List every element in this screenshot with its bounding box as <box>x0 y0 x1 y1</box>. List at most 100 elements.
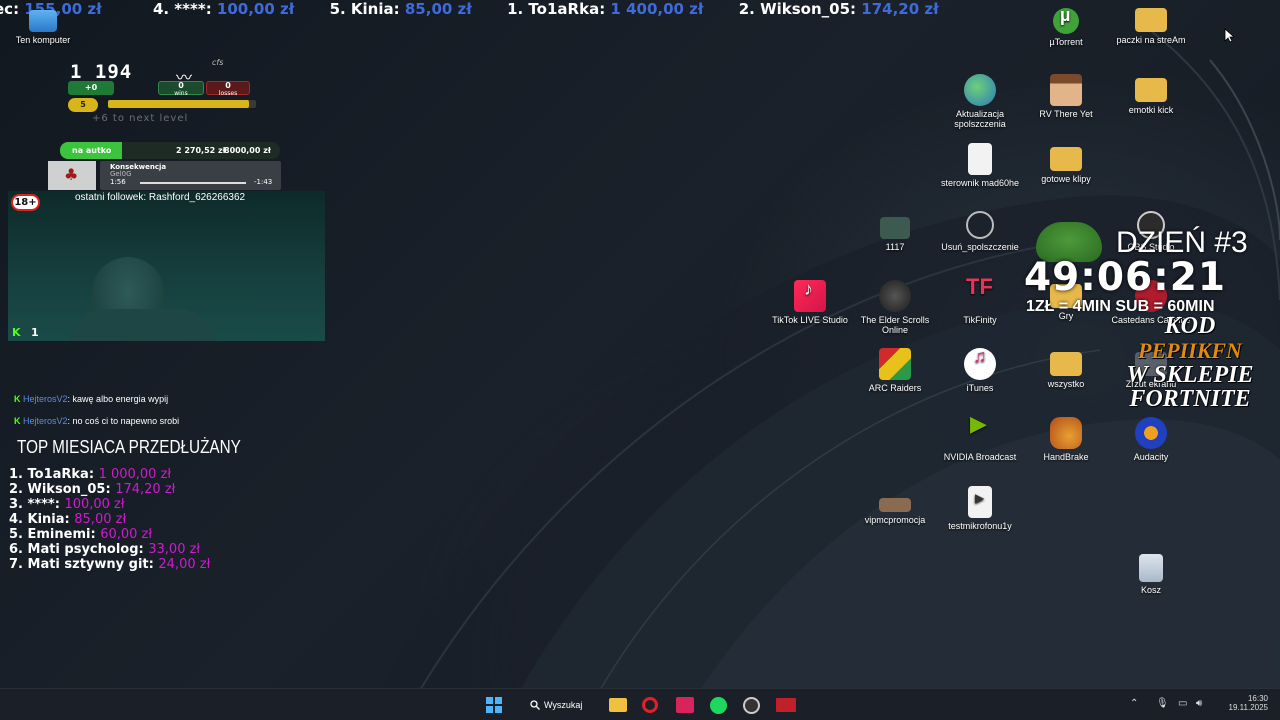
list-item: 5. Eminemi: 60,00 zł <box>9 527 153 542</box>
spotify-icon <box>710 697 727 714</box>
desktop-icon-nvidia[interactable]: ▶ NVIDIA Broadcast <box>937 411 1023 463</box>
folder-icon <box>1135 8 1167 32</box>
icon-label: vipmcpromocja <box>864 515 926 525</box>
icon-label: HandBrake <box>1043 452 1089 462</box>
song-artist: Gel0G <box>110 170 132 178</box>
desktop-icon-tikfinity[interactable]: TF TikFinity <box>937 276 1023 326</box>
recycle-bin-icon <box>1139 554 1163 582</box>
icon-label: Kosz <box>1140 585 1161 595</box>
icon-label: 1117 <box>885 242 905 252</box>
chat-text: : no coś ci to napewno srobi <box>67 416 180 426</box>
desktop-icon-gotowe-klipy[interactable]: gotowe klipy <box>1023 143 1109 184</box>
desktop-icon-rv-there-yet[interactable]: RV There Yet <box>1023 74 1109 119</box>
chevron-up-icon[interactable]: ⌃ <box>1130 698 1138 709</box>
search-button[interactable]: Wyszukaj <box>522 693 594 717</box>
now-playing: ♣ Konsekwencja Gel0G 1:56 -1:43 <box>48 161 281 190</box>
globe-icon <box>964 74 996 106</box>
mouse-cursor-icon <box>1224 28 1234 43</box>
taskbar-explorer[interactable] <box>609 693 629 717</box>
desktop-icon-itunes[interactable]: ♫ iTunes <box>937 347 1023 393</box>
desktop-icon-tiktok[interactable]: ♪ TikTok LIVE Studio <box>767 280 853 325</box>
ticker-amount: 85,00 zł <box>404 0 472 18</box>
taskbar-app[interactable] <box>676 693 696 717</box>
taskbar-spotify[interactable] <box>710 693 730 717</box>
chat-message: K HejterosV2: kawę albo energia wypij <box>14 394 168 404</box>
icon-label: µTorrent <box>1049 37 1083 47</box>
webcam-feed: K 1 <box>8 191 325 341</box>
ticker-amount: 100,00 zł <box>216 0 295 18</box>
rank-delta: +0 <box>68 81 114 95</box>
taskbar: Wyszukaj ⌃ 🎙︎ ▭ 🔊︎ 16:30 19.11.2025 <box>0 688 1280 720</box>
media-file-icon: ▶ <box>968 486 992 518</box>
desktop-icon-emotki-kick[interactable]: emotki kick <box>1108 74 1194 115</box>
desktop-icon-elder-scrolls[interactable]: The Elder Scrolls Online <box>852 280 938 335</box>
list-item: 4. Kinia: 85,00 zł <box>9 512 127 527</box>
start-button[interactable] <box>483 693 505 717</box>
audacity-icon <box>1135 417 1167 449</box>
list-item: 6. Mati psycholog: 33,00 zł <box>9 542 201 557</box>
elder-scrolls-icon <box>879 280 911 312</box>
icon-label: gotowe klipy <box>1041 174 1091 184</box>
desktop-icon-kosz[interactable]: Kosz <box>1108 554 1194 595</box>
obs-icon <box>743 697 760 714</box>
age-badge: 18+ <box>11 194 40 211</box>
speaker-icon[interactable]: 🔊︎ <box>1196 698 1202 709</box>
chat-text: : kawę albo energia wypij <box>67 394 169 404</box>
desktop-icon-ten-komputer[interactable]: Ten komputer <box>0 6 86 45</box>
desktop-icon-aktualizacja[interactable]: Aktualizacja spolszczenia <box>937 74 1023 129</box>
list-item: 7. Mati sztywny git: 24,00 zł <box>9 557 211 572</box>
desktop-icon-sterownik[interactable]: sterownik mad60he <box>937 143 1023 188</box>
losses-label: losses <box>218 90 238 97</box>
list-item: 2. Wikson_05: 174,20 zł <box>9 482 176 497</box>
chat-message: K HejterosV2: no coś ci to napewno srobi <box>14 416 179 426</box>
clock-time: 16:30 <box>1247 694 1268 703</box>
song-info: Konsekwencja Gel0G 1:56 -1:43 <box>100 161 281 190</box>
rank-score: 1 194 <box>70 61 133 83</box>
desktop-icon-utorrent[interactable]: µ µTorrent <box>1023 6 1109 47</box>
icon-label: Audacity <box>1133 452 1169 462</box>
rank-widget: 1 194 〰 cfs +0 0 wins 0 losses 5 +6 to n… <box>62 58 262 124</box>
viewer-count: 1 <box>31 326 39 339</box>
song-progress <box>140 182 246 184</box>
network-icon[interactable]: ▭ <box>1178 698 1187 709</box>
taskbar-obs[interactable] <box>743 693 763 717</box>
app-icon <box>676 697 694 713</box>
chat-user: HejterosV2 <box>23 416 68 426</box>
folder-icon <box>609 698 627 712</box>
nvidia-icon: ▶ <box>970 411 987 436</box>
list-item: 3. ****: 100,00 zł <box>9 497 125 512</box>
ticker-name: 2. Wikson_05: <box>738 0 857 18</box>
desktop-icon-handbrake[interactable]: HandBrake <box>1023 417 1109 462</box>
clock-date: 19.11.2025 <box>1228 703 1268 712</box>
desktop-icon-audacity[interactable]: Audacity <box>1108 417 1194 462</box>
icon-label: emotki kick <box>1128 105 1174 115</box>
icon-label: TikFinity <box>963 315 997 325</box>
clock[interactable]: 16:30 19.11.2025 <box>1220 694 1268 712</box>
icon-label: Aktualizacja spolszczenia <box>954 109 1006 129</box>
microphone-icon[interactable]: 🎙︎ <box>1156 698 1169 709</box>
desktop-icon-paczki[interactable]: paczki na streAm <box>1108 8 1194 45</box>
windows-icon <box>486 697 502 713</box>
icon-label: paczki na streAm <box>1116 35 1186 45</box>
last-follower: ostatni followek: Rashford_626266362 <box>75 192 246 203</box>
desktop-icon-vipmc[interactable]: vipmcpromocja <box>852 486 938 525</box>
ticker-name: 1. To1aRka: <box>507 0 606 18</box>
icon-label: iTunes <box>966 383 994 393</box>
desktop-icon-arc-raiders[interactable]: ARC Raiders <box>852 348 938 393</box>
kick-icon: K <box>14 416 21 426</box>
ticker-amount: 1 400,00 zł <box>610 0 704 18</box>
level-badge: 5 <box>68 98 98 112</box>
goal-label: na autko <box>72 146 112 155</box>
desktop-icon-usun-spolszczenie[interactable]: Usuń_spolszczenie <box>937 211 1023 252</box>
desktop-icon-wszystko[interactable]: wszystko <box>1023 348 1109 389</box>
icon-label: NVIDIA Broadcast <box>943 452 1017 462</box>
desktop-icon-testmikrofonu[interactable]: ▶ testmikrofonu1y <box>937 486 1023 531</box>
desktop-icon-1117[interactable]: 1117 <box>852 211 938 252</box>
icon-label: RV There Yet <box>1039 109 1093 119</box>
losses-count: 0 <box>225 81 231 90</box>
taskbar-opera[interactable] <box>642 693 662 717</box>
goal-current: 2 270,52 zł <box>176 146 226 155</box>
taskbar-app[interactable] <box>776 693 798 717</box>
arc-raiders-icon <box>879 348 911 380</box>
search-label: Wyszukaj <box>544 700 583 710</box>
